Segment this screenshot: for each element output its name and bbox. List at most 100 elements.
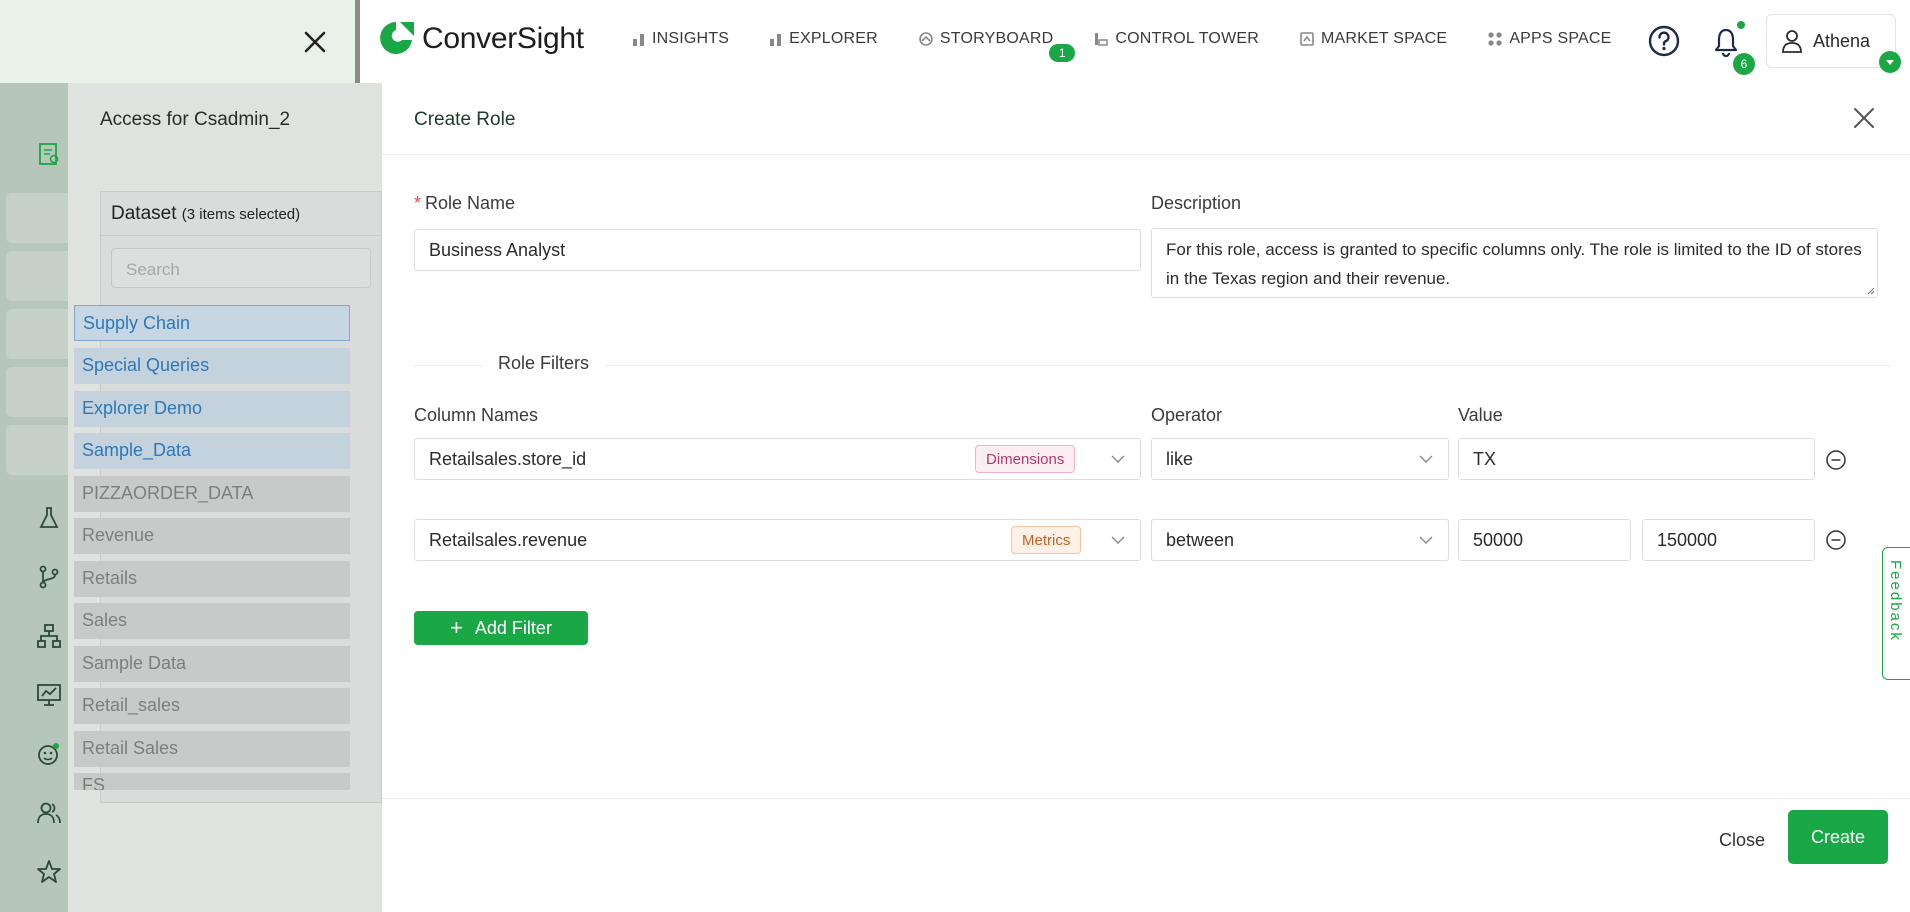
dashboard-icon[interactable] [36, 682, 62, 708]
nav-control-tower-label: CONTROL TOWER [1115, 30, 1260, 47]
dataset-item[interactable]: PIZZAORDER_DATA [74, 476, 350, 512]
notifications-button[interactable]: 6 [1713, 21, 1755, 75]
dataset-item[interactable]: Revenue [74, 518, 350, 554]
remove-filter-icon[interactable] [1825, 529, 1847, 551]
chevron-down-icon [1111, 455, 1125, 463]
remove-filter-icon[interactable] [1825, 449, 1847, 471]
operator-select[interactable]: like [1151, 438, 1449, 480]
bar-chart-icon [770, 34, 782, 46]
dataset-item[interactable]: Sample_Data [74, 433, 350, 469]
dataset-header-label: Dataset [111, 203, 177, 224]
storyboard-icon [919, 32, 933, 46]
top-navigation-bar: ConverSight INSIGHTS EXPLORER STORYBOARD… [0, 0, 1910, 83]
notification-dot [1737, 21, 1745, 29]
dataset-item[interactable]: Explorer Demo [74, 391, 350, 427]
operator-select-value: between [1166, 530, 1235, 550]
branch-icon[interactable] [36, 564, 62, 590]
main-nav: INSIGHTS EXPLORER STORYBOARD 1 CONTROL T… [632, 30, 1652, 62]
dataset-item[interactable]: Supply Chain [74, 305, 350, 341]
close-button[interactable]: Close [1707, 821, 1777, 859]
description-textarea[interactable]: For this role, access is granted to spec… [1151, 228, 1878, 298]
nav-apps-space-label: APPS SPACE [1509, 30, 1612, 47]
resize-grip-icon[interactable] [1865, 285, 1875, 295]
operator-select[interactable]: between [1151, 519, 1449, 561]
help-icon[interactable] [1648, 25, 1680, 57]
star-icon[interactable] [36, 859, 62, 885]
operator-label: Operator [1151, 405, 1223, 425]
app-logo[interactable]: ConverSight [376, 18, 584, 60]
dataset-item[interactable]: Sample Data [74, 646, 350, 682]
nav-insights[interactable]: INSIGHTS [632, 30, 729, 48]
column-select-value: Retailsales.store_id [429, 449, 587, 469]
value-min-input[interactable]: 50000 [1458, 519, 1631, 561]
dataset-item[interactable]: Sales [74, 603, 350, 639]
user-menu-caret[interactable] [1879, 51, 1901, 73]
dataset-item[interactable]: Retail Sales [74, 731, 350, 767]
add-filter-button[interactable]: + Add Filter [414, 611, 588, 645]
plus-icon: + [450, 615, 463, 640]
bot-icon[interactable] [36, 741, 62, 767]
chevron-down-icon [1886, 60, 1894, 65]
nav-explorer[interactable]: EXPLORER [769, 30, 878, 48]
nav-storyboard[interactable]: STORYBOARD 1 [918, 30, 1076, 62]
nav-storyboard-label: STORYBOARD [939, 30, 1054, 47]
feedback-tab[interactable]: Feedback [1882, 547, 1910, 680]
nav-apps-space[interactable]: APPS SPACE [1487, 30, 1611, 48]
app-name: ConverSight [422, 22, 584, 55]
column-select[interactable]: Retailsales.revenue Metrics [414, 519, 1141, 561]
hierarchy-icon[interactable] [36, 623, 62, 649]
dataset-item[interactable]: Special Queries [74, 348, 350, 384]
dimensions-tag: Dimensions [975, 445, 1076, 473]
value-max-input[interactable]: 150000 [1642, 519, 1815, 561]
description-label: Description [1151, 193, 1242, 213]
close-icon[interactable] [1851, 105, 1877, 131]
dataset-selected-count: (3 items selected) [181, 206, 301, 223]
access-panel: Access for Csadmin_2 Dataset (3 items se… [68, 83, 382, 912]
bell-icon [1714, 28, 1738, 58]
storyboard-badge: 1 [1049, 44, 1076, 62]
role-name-input[interactable]: Business Analyst [414, 229, 1141, 271]
create-role-dialog: Create Role * Role Name Business Analyst … [382, 83, 1910, 912]
create-button[interactable]: Create [1788, 810, 1888, 864]
footer-divider [382, 798, 1910, 799]
add-filter-label: Add Filter [474, 617, 552, 638]
user-icon [1782, 30, 1802, 53]
control-tower-icon [1095, 33, 1109, 46]
required-asterisk: * [414, 193, 422, 213]
report-icon[interactable] [36, 141, 62, 167]
role-filters-label: Role Filters [482, 353, 606, 374]
value-input[interactable]: TX [1458, 438, 1815, 480]
dataset-item[interactable]: Retail_sales [74, 688, 350, 724]
market-icon [1300, 32, 1314, 46]
dataset-item[interactable]: FS [74, 773, 350, 790]
dataset-search-input[interactable]: Search [111, 248, 371, 288]
dataset-header: Dataset (3 items selected) [101, 192, 381, 236]
nav-control-tower[interactable]: CONTROL TOWER [1093, 30, 1259, 48]
column-select-value: Retailsales.revenue [429, 530, 588, 550]
nav-market-space-label: MARKET SPACE [1321, 30, 1448, 47]
sidebar-stub [6, 251, 68, 301]
chevron-down-icon [1419, 455, 1433, 463]
value-label: Value [1458, 405, 1503, 425]
left-sidebar [0, 83, 68, 912]
column-select[interactable]: Retailsales.store_id Dimensions [414, 438, 1141, 480]
users-icon[interactable] [36, 800, 62, 826]
nav-insights-label: INSIGHTS [652, 30, 730, 47]
sidebar-stub [6, 309, 68, 359]
sidebar-stub [6, 193, 68, 243]
user-name: Athena [1813, 30, 1871, 51]
user-menu[interactable]: Athena [1766, 14, 1901, 73]
column-names-label: Column Names [414, 405, 539, 425]
flask-icon[interactable] [36, 505, 62, 531]
nav-market-space[interactable]: MARKET SPACE [1299, 30, 1447, 48]
sidebar-stub [6, 367, 68, 417]
header-divider [382, 154, 1910, 155]
feedback-label: Feedback [1887, 560, 1904, 642]
dataset-item[interactable]: Retails [74, 561, 350, 597]
panel-close-strip [0, 0, 360, 83]
close-icon[interactable] [301, 28, 329, 56]
role-name-label-text: Role Name [425, 193, 516, 213]
description-text: For this role, access is granted to spec… [1166, 240, 1862, 288]
chevron-down-icon [1419, 536, 1433, 544]
chevron-down-icon [1111, 536, 1125, 544]
